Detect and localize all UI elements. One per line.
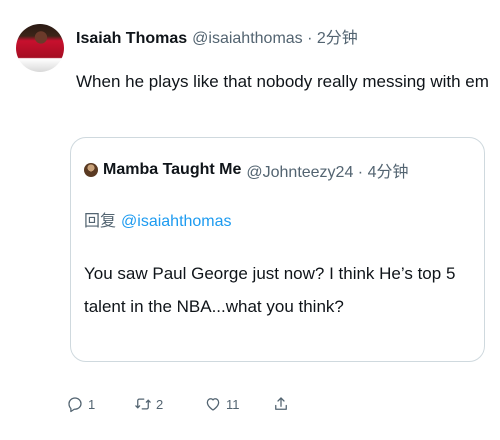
quoted-tweet-header: Mamba Taught Me @Johnteezy24 · 4分钟 [84, 158, 408, 182]
retweet-count: 2 [156, 396, 164, 412]
author-name[interactable]: Isaiah Thomas [76, 30, 187, 48]
quoted-tweet-card[interactable]: Mamba Taught Me @Johnteezy24 · 4分钟 回复 @is… [70, 137, 485, 362]
quoted-author-avatar [84, 163, 98, 177]
retweet-button[interactable]: 2 [134, 395, 204, 413]
retweet-icon [135, 398, 151, 410]
like-count: 11 [226, 396, 240, 412]
reply-icon [68, 397, 82, 413]
reply-mention-link[interactable]: @isaiahthomas [121, 213, 232, 230]
like-icon [206, 398, 220, 411]
quoted-reply-context: 回复 @isaiahthomas [84, 207, 232, 231]
reply-prefix: 回复 [84, 213, 117, 230]
reply-count: 1 [88, 396, 96, 412]
author-handle-and-time[interactable]: @isaiahthomas · 2分钟 [192, 24, 358, 48]
reply-button[interactable]: 1 [66, 395, 134, 413]
quoted-tweet-text: You saw Paul George just now? I think He… [84, 264, 456, 316]
tweet-actions: 1 2 11 [66, 392, 290, 416]
quoted-author-name: Mamba Taught Me [103, 161, 242, 178]
share-button[interactable] [272, 395, 290, 413]
like-button[interactable]: 11 [204, 395, 272, 413]
tweet-text: When he plays like that nobody really me… [76, 72, 489, 91]
share-icon [275, 397, 287, 410]
author-avatar[interactable] [16, 24, 64, 72]
tweet-header: Isaiah Thomas @isaiahthomas · 2分钟 [76, 24, 490, 48]
quoted-author-handle-and-time: @Johnteezy24 · 4分钟 [246, 164, 409, 181]
